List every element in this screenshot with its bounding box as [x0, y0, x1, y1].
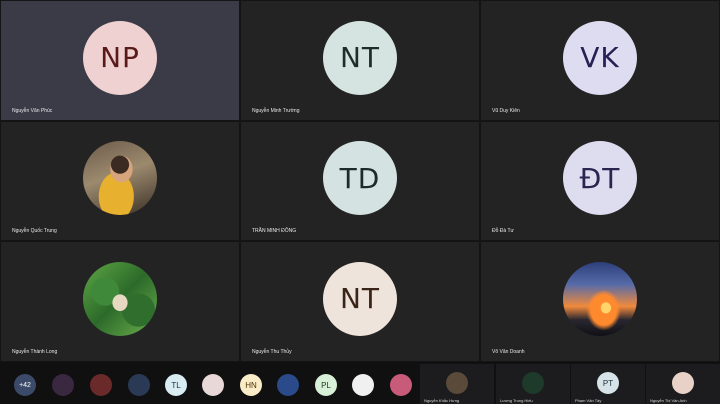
participant-chip[interactable]	[277, 374, 299, 396]
participant-tile[interactable]: VK Vũ Duy Kiên	[480, 0, 720, 121]
participant-avatar: NT	[323, 20, 397, 95]
participant-tile[interactable]: TD TRẦN MINH ĐÔNG	[240, 121, 480, 241]
strip-participant-tile[interactable]: Lương Trung Hiếu	[496, 364, 570, 404]
participant-chip[interactable]	[90, 374, 112, 396]
participant-tile[interactable]: NP Nguyễn Văn Phúc	[0, 0, 240, 121]
participant-avatar	[522, 372, 544, 394]
participant-chip[interactable]	[352, 374, 374, 396]
participant-name: Nguyễn Thành Long	[12, 349, 58, 355]
participant-name: Đỗ Đà Tư	[492, 228, 514, 234]
more-participants-button[interactable]: +42	[14, 374, 36, 396]
participant-name: TRẦN MINH ĐÔNG	[252, 228, 297, 234]
participant-avatar: NP	[83, 20, 157, 95]
participant-tile[interactable]: NT Nguyễn Thu Thủy	[240, 241, 480, 362]
participant-chip[interactable]	[52, 374, 74, 396]
participant-name: Nguyễn Thu Thủy	[252, 349, 292, 355]
participant-chip[interactable]	[202, 374, 224, 396]
participant-avatar: TD	[323, 141, 397, 215]
participant-chip[interactable]: HN	[240, 374, 262, 396]
participant-tile[interactable]: ĐT Đỗ Đà Tư	[480, 121, 720, 241]
participant-avatar: ĐT	[563, 141, 637, 215]
participant-avatar: PT	[597, 372, 619, 394]
participant-avatar	[672, 372, 694, 394]
participant-chip[interactable]: PL	[315, 374, 337, 396]
participant-chip[interactable]	[128, 374, 150, 396]
participant-avatar: VK	[563, 20, 637, 95]
participant-name: Phạm Văn Tây	[575, 398, 602, 403]
participant-chip[interactable]	[390, 374, 412, 396]
strip-participant-tile[interactable]: Nguyễn Thị Vân Anh	[646, 364, 720, 404]
participant-name: Nguyễn Minh Trường	[252, 108, 300, 114]
participant-avatar	[446, 372, 468, 394]
participant-name: Võ Văn Doanh	[492, 349, 525, 355]
participant-photo	[83, 261, 157, 336]
participant-name: Lương Trung Hiếu	[500, 398, 533, 403]
strip-participant-tile[interactable]: PT Phạm Văn Tây	[571, 364, 645, 404]
participant-tile[interactable]: Võ Văn Doanh	[480, 241, 720, 362]
participant-avatar: NT	[323, 261, 397, 336]
strip-participant-tile[interactable]: Nguyễn Khắc Hưng	[420, 364, 494, 404]
participant-photo	[563, 261, 637, 336]
participant-name: Nguyễn Quốc Trung	[12, 228, 57, 234]
participant-tile[interactable]: Nguyễn Thành Long	[0, 241, 240, 362]
participant-name: Nguyễn Khắc Hưng	[424, 398, 460, 403]
participant-grid: NP Nguyễn Văn Phúc NT Nguyễn Minh Trường…	[0, 0, 720, 362]
participant-photo	[83, 141, 157, 215]
participant-tile[interactable]: NT Nguyễn Minh Trường	[240, 0, 480, 121]
participant-name: Nguyễn Văn Phúc	[12, 108, 53, 114]
participant-chip[interactable]: TL	[165, 374, 187, 396]
participant-tile[interactable]: Nguyễn Quốc Trung	[0, 121, 240, 241]
participant-name: Vũ Duy Kiên	[492, 108, 520, 114]
participant-name: Nguyễn Thị Vân Anh	[650, 398, 687, 403]
